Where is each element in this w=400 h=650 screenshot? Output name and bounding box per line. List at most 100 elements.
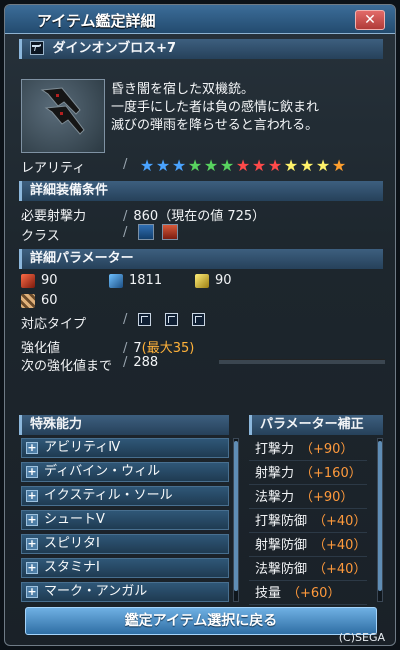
bonuses-scrollbar[interactable] bbox=[377, 438, 383, 602]
ability-label: スピリタⅠ bbox=[44, 536, 100, 551]
title-bar: アイテム鑑定詳細 ✕ bbox=[5, 5, 395, 34]
rarity-star-icon: ★ bbox=[155, 156, 171, 175]
copyright-text: (C)SEGA bbox=[338, 631, 385, 644]
bonus-row: 打撃力 （+90） bbox=[249, 439, 367, 461]
grind-value-group: /7(最大35) bbox=[123, 341, 195, 356]
type-t-icon bbox=[137, 313, 151, 326]
bonus-value: （+60） bbox=[287, 586, 341, 601]
bonus-value: （+40） bbox=[313, 562, 367, 577]
bonus-row: 技量 （+60） bbox=[249, 583, 367, 605]
ability-item[interactable]: + マーク・アンガル bbox=[21, 582, 229, 602]
rarity-star-icon: ★ bbox=[139, 156, 155, 175]
close-button[interactable]: ✕ bbox=[355, 10, 385, 30]
type-label: 対応タイプ bbox=[21, 317, 87, 332]
ability-item[interactable]: + イクスティル・ソール bbox=[21, 486, 229, 506]
param-value: 90 bbox=[41, 273, 58, 288]
ability-item[interactable]: + シュートⅤ bbox=[21, 510, 229, 530]
rarity-stars: ★ ★ ★ ★ ★ ★ ★ ★ ★ ★ ★ ★ ★ bbox=[139, 156, 347, 175]
expand-icon[interactable]: + bbox=[26, 562, 38, 574]
bonuses-header: パラメーター補正 bbox=[249, 415, 383, 435]
twin-machinegun-icon bbox=[30, 40, 44, 55]
rarity-star-icon: ★ bbox=[171, 156, 187, 175]
tech-attack-icon bbox=[195, 273, 209, 288]
description-line: 一度手にした者は負の感情に飲まれ bbox=[111, 100, 320, 115]
expand-icon[interactable]: + bbox=[26, 466, 38, 478]
class-label: クラス bbox=[21, 229, 60, 244]
next-grind-progress bbox=[219, 359, 385, 364]
expand-icon[interactable]: + bbox=[26, 514, 38, 526]
expand-icon[interactable]: + bbox=[26, 586, 38, 598]
ranged-attack-sword-icon bbox=[109, 273, 123, 288]
rarity-star-icon: ★ bbox=[299, 156, 315, 175]
gunner-class-icon bbox=[161, 224, 178, 240]
defense-icon bbox=[21, 293, 35, 308]
bonus-label: 技量 bbox=[255, 586, 282, 601]
param-stat: 60 bbox=[21, 293, 58, 308]
parameters-header: 詳細パラメーター bbox=[19, 249, 383, 269]
rarity-label-text: レアリティ bbox=[21, 161, 86, 176]
type-l-icon bbox=[191, 313, 205, 326]
expand-icon[interactable]: + bbox=[26, 442, 38, 454]
bonus-label: 打撃力 bbox=[255, 442, 295, 457]
return-to-selection-button[interactable]: 鑑定アイテム選択に戻る bbox=[25, 607, 377, 635]
required-stat-label: 必要射撃力 bbox=[21, 209, 87, 224]
rarity-separator: / bbox=[123, 157, 128, 172]
item-thumbnail bbox=[21, 79, 105, 153]
param-stat: 1811 bbox=[109, 273, 162, 288]
item-appraisal-window: アイテム鑑定詳細 ✕ ダインオンブロス+7 昏き闇を宿した双機銃。 一度手にした… bbox=[4, 4, 396, 646]
bonuses-scroll-thumb[interactable] bbox=[378, 441, 382, 591]
description-line: 滅びの弾雨を降らせると言われる。 bbox=[111, 118, 319, 133]
window-title: アイテム鑑定詳細 bbox=[37, 12, 156, 30]
type-e-icon bbox=[164, 313, 178, 326]
ability-label: スタミナⅠ bbox=[44, 560, 100, 575]
ability-item[interactable]: + スタミナⅠ bbox=[21, 558, 229, 578]
param-value: 1811 bbox=[129, 273, 163, 288]
rarity-star-icon: ★ bbox=[283, 156, 299, 175]
item-description: 昏き闇を宿した双機銃。 一度手にした者は負の感情に飲まれ 滅びの弾雨を降らせると… bbox=[111, 81, 319, 135]
type-icons: / bbox=[123, 312, 215, 327]
equip-conditions-header: 詳細装備条件 bbox=[19, 181, 383, 201]
ranged-attack-icon bbox=[21, 273, 35, 288]
bonus-value: （+160） bbox=[300, 466, 362, 481]
ability-item[interactable]: + スピリタⅠ bbox=[21, 534, 229, 554]
bonus-value: （+40） bbox=[313, 514, 367, 529]
bonus-row: 法撃防御 （+40） bbox=[249, 559, 367, 581]
bonus-value: （+40） bbox=[313, 538, 367, 553]
param-stat: 90 bbox=[195, 273, 232, 288]
expand-icon[interactable]: + bbox=[26, 490, 38, 502]
ranger-class-icon bbox=[137, 224, 154, 240]
bonus-row: 法撃力 （+90） bbox=[249, 487, 367, 509]
abilities-scrollbar[interactable] bbox=[233, 438, 239, 602]
param-stat: 90 bbox=[21, 273, 58, 288]
item-name: ダインオンブロス+7 bbox=[52, 41, 177, 56]
ability-item[interactable]: + アビリティⅣ bbox=[21, 438, 229, 458]
abilities-scroll-thumb[interactable] bbox=[234, 441, 238, 591]
next-grind-value: 288 bbox=[133, 355, 159, 370]
bonus-row: 射撃力 （+160） bbox=[249, 463, 367, 485]
required-stat-value-text: 860（現在の値 725） bbox=[133, 209, 266, 224]
bonus-row: 打撃防御 （+40） bbox=[249, 511, 367, 533]
ability-item[interactable]: + ディバイン・ウィル bbox=[21, 462, 229, 482]
next-grind-value-group: /288 bbox=[123, 355, 159, 370]
ability-label: シュートⅤ bbox=[44, 512, 105, 527]
item-name-bar: ダインオンブロス+7 bbox=[19, 39, 383, 59]
rarity-star-icon: ★ bbox=[331, 156, 347, 175]
rarity-label: レアリティ bbox=[21, 157, 85, 176]
ability-label: イクスティル・ソール bbox=[44, 488, 173, 503]
next-grind-label: 次の強化値まで bbox=[21, 359, 113, 374]
bonus-label: 打撃防御 bbox=[255, 514, 308, 529]
class-icons: / bbox=[123, 224, 182, 240]
bonus-label: 射撃力 bbox=[255, 466, 295, 481]
description-line: 昏き闇を宿した双機銃。 bbox=[111, 82, 255, 97]
param-value: 90 bbox=[215, 273, 232, 288]
bonus-label: 法撃防御 bbox=[255, 562, 308, 577]
expand-icon[interactable]: + bbox=[26, 538, 38, 550]
abilities-header: 特殊能力 bbox=[19, 415, 229, 435]
param-value: 60 bbox=[41, 293, 58, 308]
grind-value: 7 bbox=[133, 341, 142, 356]
ability-label: マーク・アンガル bbox=[44, 584, 148, 599]
rarity-star-icon: ★ bbox=[315, 156, 331, 175]
grind-label: 強化値 bbox=[21, 341, 61, 356]
bonus-row: 射撃防御 （+40） bbox=[249, 535, 367, 557]
ability-label: ディバイン・ウィル bbox=[44, 464, 161, 479]
